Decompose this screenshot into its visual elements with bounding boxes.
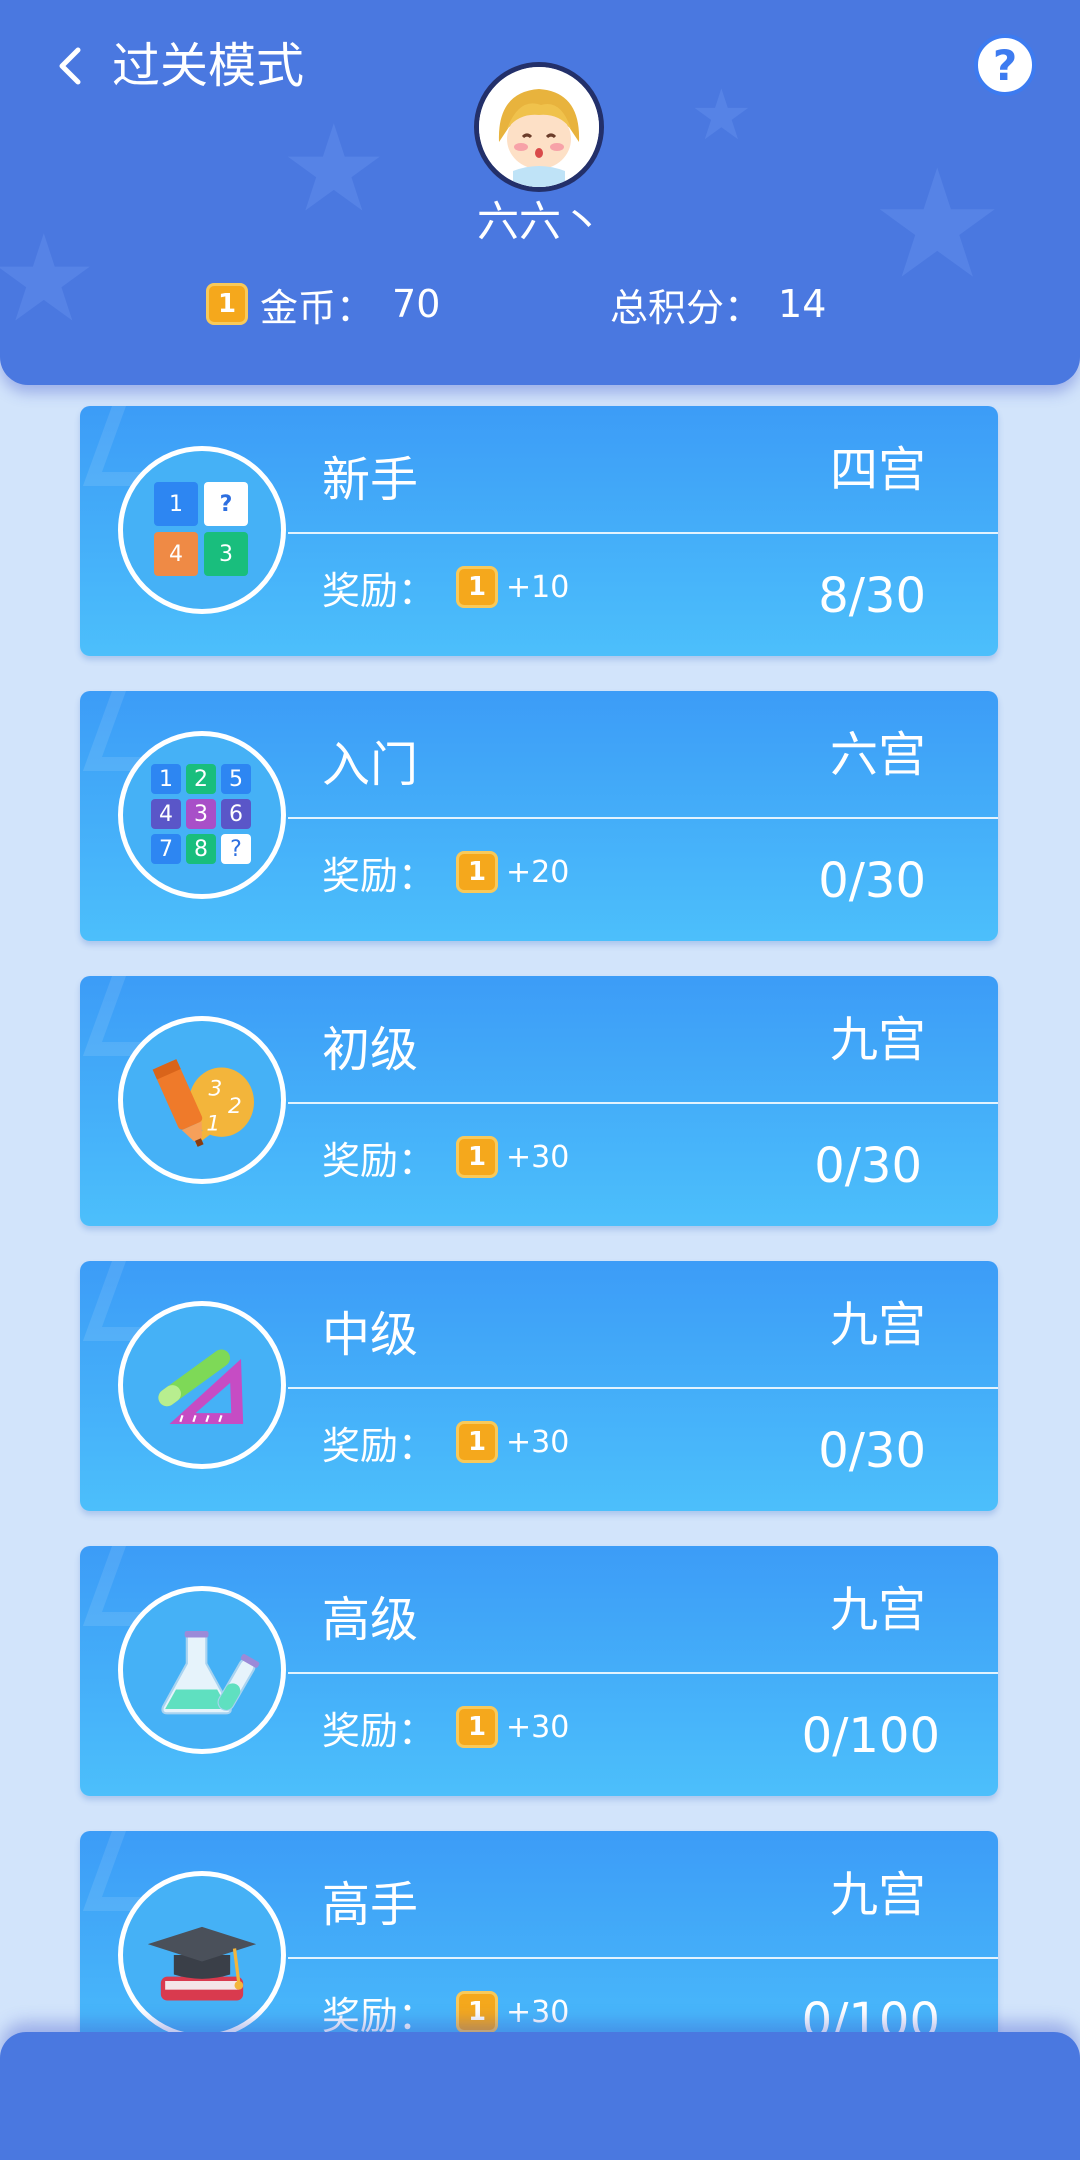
- level-progress: 0/30: [818, 1423, 926, 1479]
- level-card-elementary[interactable]: 3 2 1 初级 九宫 奖励： 1 +30 0/30: [80, 976, 998, 1226]
- divider: [288, 817, 998, 819]
- coin-icon: 1: [456, 1706, 499, 1748]
- reward-amount: +30: [506, 1139, 570, 1175]
- star-decoration: ★: [690, 74, 753, 156]
- total-score-label: 总积分：: [610, 285, 763, 330]
- divider: [288, 1387, 998, 1389]
- total-score-value: 14: [778, 282, 827, 326]
- digit: 1: [206, 1111, 220, 1136]
- level-card-intermediate[interactable]: 中级 九宫 奖励： 1 +30 0/30: [80, 1261, 998, 1511]
- reward-label: 奖励：: [322, 1708, 437, 1753]
- chevron-left-icon: [59, 47, 81, 85]
- grid-size: 九宫: [829, 1297, 926, 1353]
- level-name: 入门: [322, 737, 419, 793]
- reward-amount: +30: [506, 1424, 570, 1460]
- tile: 6: [221, 799, 251, 829]
- tile: 1: [154, 482, 198, 526]
- reward-amount: +20: [506, 854, 570, 890]
- tile: 3: [204, 532, 248, 576]
- question-mark-icon: ?: [992, 40, 1018, 90]
- coin-icon: 1: [456, 1991, 499, 2033]
- level-progress: 8/30: [818, 568, 926, 624]
- grid-size: 九宫: [829, 1012, 926, 1068]
- reward: 奖励： 1 +30: [322, 1416, 569, 1468]
- reward-label: 奖励：: [322, 1423, 437, 1468]
- coin-icon: 1: [456, 1421, 499, 1463]
- reward: 奖励： 1 +20: [322, 846, 569, 898]
- highlighter-icon: 3 2 1: [118, 1016, 286, 1184]
- divider: [288, 1672, 998, 1674]
- divider: [288, 532, 998, 534]
- reward: 奖励： 1 +10: [322, 561, 569, 613]
- sudoku-6-icon: 1 2 5 4 3 6 7 8 ?: [118, 731, 286, 899]
- coins-display: 1 金币： 70: [206, 278, 440, 330]
- digit: 3: [209, 1077, 223, 1102]
- reward-label: 奖励：: [322, 568, 437, 613]
- divider: [288, 1957, 998, 1959]
- grid-size: 九宫: [829, 1867, 926, 1923]
- digit: 2: [228, 1094, 242, 1119]
- tile: 5: [221, 764, 251, 794]
- coin-icon: 1: [456, 566, 499, 608]
- level-name: 中级: [322, 1307, 419, 1363]
- reward-amount: +10: [506, 569, 570, 605]
- level-card-beginner[interactable]: 1 2 5 4 3 6 7 8 ? 入门 六宫 奖励： 1 +20 0/30: [80, 691, 998, 941]
- ruler-icon: [118, 1301, 286, 1469]
- level-progress: 0/30: [814, 1138, 922, 1194]
- level-name: 高手: [322, 1877, 419, 1933]
- help-button[interactable]: ?: [974, 34, 1036, 96]
- graduation-cap-icon: [118, 1871, 286, 2039]
- level-name: 新手: [322, 452, 419, 508]
- total-score-display: 总积分： 14: [610, 278, 826, 330]
- username: 六六丶: [476, 197, 603, 246]
- level-progress: 0/100: [801, 1708, 940, 1764]
- level-name: 高级: [322, 1592, 419, 1648]
- avatar-image: [479, 67, 599, 187]
- coins-label: 金币：: [260, 285, 375, 330]
- avatar[interactable]: [474, 62, 604, 192]
- level-card-advanced[interactable]: 高级 九宫 奖励： 1 +30 0/100: [80, 1546, 998, 1796]
- tile: 2: [186, 764, 216, 794]
- sudoku-4-icon: 1 ? 4 3: [118, 446, 286, 614]
- coin-icon: 1: [456, 851, 499, 893]
- grid-size: 四宫: [829, 442, 926, 498]
- flask-icon: [118, 1586, 286, 1754]
- reward-label: 奖励：: [322, 853, 437, 898]
- level-name: 初级: [322, 1022, 419, 1078]
- divider: [288, 1102, 998, 1104]
- level-card-novice[interactable]: 1 ? 4 3 新手 四宫 奖励： 1 +10 8/30: [80, 406, 998, 656]
- tile: 1: [151, 764, 181, 794]
- tile: ?: [204, 482, 248, 526]
- coin-icon: 1: [206, 283, 248, 325]
- tile: 4: [151, 799, 181, 829]
- grid-size: 六宫: [829, 727, 926, 783]
- coin-icon: 1: [456, 1136, 499, 1178]
- grid-size: 九宫: [829, 1582, 926, 1638]
- tile: ?: [221, 834, 251, 864]
- reward: 奖励： 1 +30: [322, 1986, 569, 2038]
- reward-amount: +30: [506, 1709, 570, 1745]
- reward: 奖励： 1 +30: [322, 1131, 569, 1183]
- page-title: 过关模式: [112, 38, 305, 94]
- header: ★ ★ ★ ★ 过关模式 ? 六六丶 1 金币： 70 总积分： 14: [0, 0, 1080, 385]
- back-button[interactable]: [44, 36, 104, 96]
- reward-label: 奖励：: [322, 1138, 437, 1183]
- reward: 奖励： 1 +30: [322, 1701, 569, 1753]
- tile: 7: [151, 834, 181, 864]
- reward-amount: +30: [506, 1994, 570, 2030]
- level-progress: 0/30: [818, 853, 926, 909]
- bottom-bar: [0, 2032, 1080, 2160]
- tile: 8: [186, 834, 216, 864]
- tile: 3: [186, 799, 216, 829]
- tile: 4: [154, 532, 198, 576]
- coins-value: 70: [392, 282, 441, 326]
